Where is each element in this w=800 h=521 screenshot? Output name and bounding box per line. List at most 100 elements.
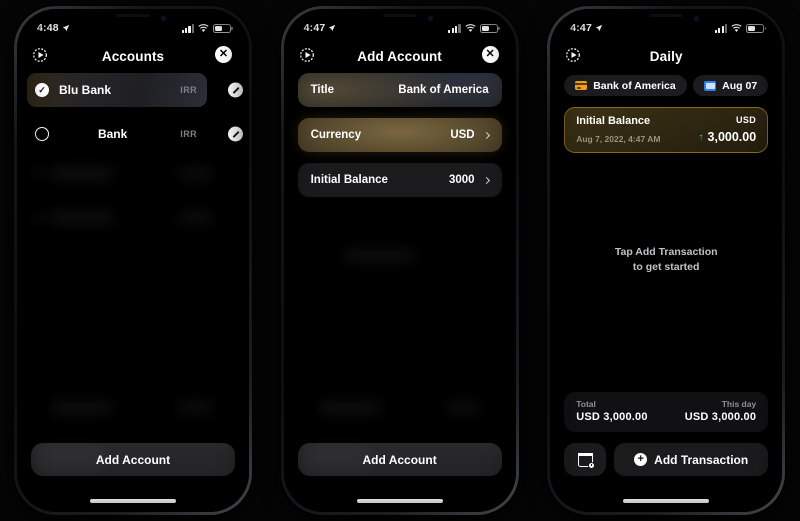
- form-row-initial-balance[interactable]: Initial Balance 3000: [297, 163, 502, 197]
- status-time: 4:47: [570, 22, 593, 34]
- placeholder-row-blurred: [17, 403, 249, 415]
- date-filter-chip[interactable]: Aug 07: [693, 75, 769, 96]
- summary-this-day-value: USD 3,000.00: [684, 411, 757, 423]
- transaction-amount: 3,000.00: [707, 130, 757, 144]
- screen-accounts: 4:48 Accounts ✕ ✓ Blu Bank IRR Bank IRR …: [17, 9, 249, 512]
- button-sheen: [302, 446, 372, 472]
- summary-total-value: USD 3,000.00: [576, 411, 648, 423]
- button-sheen: [35, 446, 105, 472]
- home-indicator[interactable]: [90, 499, 176, 503]
- form-row-title[interactable]: Title Bank of America: [298, 73, 502, 107]
- transaction-amount-group: ↑ 3,000.00: [699, 130, 757, 144]
- device-bezel: 4:47: [550, 9, 783, 512]
- account-name: Bank: [97, 127, 128, 141]
- add-transaction-button[interactable]: + Add Transaction: [614, 443, 769, 476]
- status-bar: 4:47: [550, 9, 782, 39]
- empty-state-hint: Tap Add Transaction to get started: [550, 245, 782, 275]
- transaction-card-bottom: Aug 7, 2022, 4:47 AM ↑ 3,000.00: [576, 130, 756, 144]
- field-value: Bank of America: [398, 84, 489, 96]
- phone-add-account: 4:47 Add Account ✕ Title Bank of America…: [267, 0, 534, 521]
- date-filter-label: Aug 07: [722, 79, 758, 92]
- transaction-date: Aug 7, 2022, 4:47 AM: [576, 134, 661, 144]
- status-bar-left: 4:47: [570, 22, 603, 34]
- account-filter-chip[interactable]: Bank of America: [564, 75, 687, 96]
- add-account-button[interactable]: Add Account: [297, 443, 502, 476]
- form-row-currency[interactable]: Currency USD: [298, 118, 502, 152]
- settings-gear-icon[interactable]: [564, 46, 584, 66]
- close-icon[interactable]: ✕: [215, 46, 235, 66]
- summary-total-label: Total: [576, 399, 596, 409]
- battery-icon: [213, 23, 233, 33]
- location-arrow-icon: [595, 24, 603, 32]
- transaction-currency: USD: [735, 115, 757, 125]
- empty-state-line-1: Tap Add Transaction: [614, 246, 718, 258]
- home-indicator[interactable]: [356, 499, 443, 503]
- account-row-blu-bank[interactable]: ✓ Blu Bank IRR: [27, 73, 207, 107]
- battery-icon: [746, 23, 767, 33]
- status-bar: 4:47: [284, 9, 516, 39]
- screen-daily: 4:47 Daily Bank of America Aug 07 Initia…: [550, 9, 783, 512]
- placeholder-row-blurred: [17, 168, 249, 181]
- close-button-label: ✕: [215, 46, 232, 63]
- nav-bar: Accounts ✕: [17, 39, 249, 73]
- field-label: Currency: [310, 129, 362, 141]
- phone-accounts: 4:48 Accounts ✕ ✓ Blu Bank IRR Bank IRR …: [0, 0, 267, 521]
- status-bar-left: 4:47: [304, 22, 337, 34]
- edit-pencil-icon[interactable]: [228, 126, 243, 142]
- nav-bar: Add Account ✕: [284, 39, 516, 73]
- account-row-bank[interactable]: Bank IRR: [27, 117, 207, 151]
- transaction-card[interactable]: Initial Balance USD Aug 7, 2022, 4:47 AM…: [564, 107, 769, 153]
- wifi-icon: [731, 23, 742, 32]
- status-bar: 4:48: [17, 9, 249, 39]
- account-currency: IRR: [180, 85, 197, 95]
- chevron-right-icon: [482, 131, 490, 139]
- wifi-icon: [465, 23, 476, 32]
- field-value: USD: [450, 129, 475, 141]
- home-indicator[interactable]: [623, 499, 710, 503]
- edit-pencil-icon[interactable]: [228, 82, 243, 98]
- chevron-right-icon: [482, 176, 490, 184]
- close-icon[interactable]: ✕: [481, 46, 502, 66]
- device-bezel: 4:48 Accounts ✕ ✓ Blu Bank IRR Bank IRR …: [17, 9, 249, 512]
- settings-gear-icon[interactable]: [31, 46, 51, 66]
- field-value: 3000: [449, 174, 475, 186]
- status-bar-right: [448, 23, 500, 33]
- cellular-bars-icon: [448, 23, 461, 33]
- summary-total: Total USD 3,000.00: [576, 399, 648, 423]
- battery-icon: [479, 23, 500, 33]
- calendar-icon: [704, 80, 717, 91]
- placeholder-row-blurred: [284, 251, 516, 263]
- income-arrow-icon: ↑: [698, 131, 704, 143]
- account-currency: IRR: [180, 129, 197, 139]
- calendar-clock-icon: [577, 452, 596, 469]
- settings-gear-icon[interactable]: [298, 46, 318, 66]
- add-account-button[interactable]: Add Account: [31, 443, 235, 476]
- three-phone-screenshot-stage: 4:48 Accounts ✕ ✓ Blu Bank IRR Bank IRR …: [0, 0, 800, 521]
- plus-circle-icon: +: [634, 453, 648, 466]
- close-button-label: ✕: [481, 46, 499, 63]
- summary-this-day-label: This day: [721, 399, 757, 409]
- credit-card-icon: [575, 81, 588, 90]
- nav-bar: Daily: [550, 39, 782, 73]
- status-time: 4:48: [37, 22, 59, 34]
- status-bar-right: [714, 23, 767, 33]
- nav-right-spacer: [748, 46, 768, 66]
- bottom-action-bar: + Add Transaction: [564, 443, 769, 476]
- accounts-page: ✓ Blu Bank IRR Bank IRR Add Account: [17, 73, 249, 512]
- cellular-bars-icon: [181, 23, 194, 33]
- add-account-button-label: Add Account: [362, 452, 437, 467]
- summary-this-day: This day USD 3,000.00: [685, 399, 757, 423]
- add-account-button-label: Add Account: [95, 452, 171, 467]
- status-time: 4:47: [303, 22, 326, 34]
- account-name: Blu Bank: [59, 83, 112, 97]
- location-arrow-icon: [62, 24, 70, 32]
- placeholder-row-blurred: [284, 403, 516, 415]
- filter-chips: Bank of America Aug 07: [550, 75, 782, 96]
- phone-daily: 4:47 Daily Bank of America Aug 07 Initia…: [533, 0, 800, 521]
- daily-page: Bank of America Aug 07 Initial Balance U…: [550, 73, 782, 512]
- account-row-wrapper-1: Bank IRR: [17, 117, 243, 151]
- field-label: Initial Balance: [310, 174, 388, 186]
- radio-unselected-icon[interactable]: [35, 127, 49, 141]
- radio-selected-icon[interactable]: ✓: [35, 83, 49, 97]
- calendar-clock-button[interactable]: [564, 443, 607, 476]
